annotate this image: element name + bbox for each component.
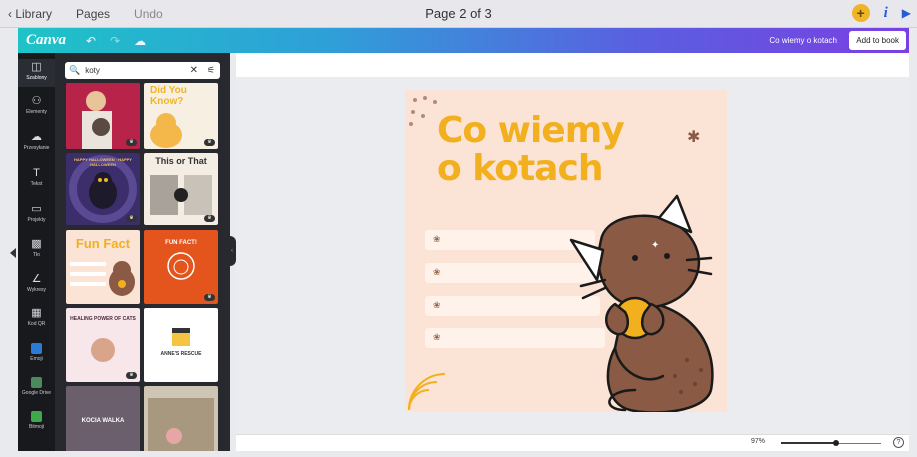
sidebar-item-qr[interactable]: ▦ Kod QR (18, 307, 55, 327)
cloud-save-icon[interactable]: ☁ (134, 34, 146, 48)
zoom-slider-handle[interactable] (833, 440, 840, 446)
template-thumb[interactable]: HAPPY HALLOWEEN · HAPPY HALLOWEEN ♛ (66, 153, 140, 225)
cat-illustration (91, 338, 115, 362)
template-search[interactable]: 🔍 koty ✕ ⚟ (65, 62, 220, 79)
sidebar-item-emoji[interactable]: Emoji (18, 343, 55, 362)
cat-photo (148, 398, 214, 451)
template-thumb[interactable]: ANNE'S RESCUE (144, 308, 218, 382)
template-thumb[interactable]: FUN FACT! ♛ (144, 230, 218, 304)
zoom-bar: 97% ? (236, 434, 909, 451)
premium-badge-icon: ♛ (126, 139, 137, 146)
sidebar-item-label: Przesyłanie (23, 145, 50, 151)
redo-icon[interactable]: ↷ (110, 34, 120, 48)
template-thumb[interactable]: ♛ (66, 83, 140, 149)
zoom-slider-fill (781, 442, 837, 444)
chart-icon: ∠ (31, 273, 42, 285)
workspace-toolbar (236, 53, 909, 77)
zoom-value[interactable]: 97% (751, 438, 765, 445)
template-thumb[interactable]: Did You Know? ♛ (144, 83, 218, 149)
premium-badge-icon: ♛ (204, 294, 215, 301)
sidebar-item-text[interactable]: T Tekst (18, 167, 55, 187)
canva-logo[interactable]: Canva (26, 32, 66, 49)
sidebar-item-label: Kod QR (27, 321, 46, 327)
host-nav: ‹ Library Pages Undo (0, 7, 163, 21)
premium-badge-icon: ♛ (126, 372, 137, 379)
sidebar-item-label: Elementy (26, 109, 47, 115)
sidebar-item-bitmoji[interactable]: Bitmoji (18, 411, 55, 430)
template-thumb[interactable]: Fun Fact (66, 230, 140, 304)
canva-header: Canva ↶ ↷ ☁ Co wiemy o kotach Add to boo… (18, 28, 909, 53)
undo-icon[interactable]: ↶ (86, 34, 96, 48)
premium-badge-icon: ♛ (126, 215, 137, 222)
cat-badge-icon (167, 252, 195, 280)
template-thumb[interactable]: HEALING POWER OF CATS ♛ (66, 308, 140, 382)
filter-icon[interactable]: ⚟ (207, 65, 215, 76)
folder-icon: ▭ (31, 203, 42, 215)
search-input[interactable]: koty (85, 66, 100, 75)
sidebar-item-templates[interactable]: ◫ Szablony (18, 59, 55, 87)
play-icon[interactable]: ▶ (902, 6, 911, 20)
collapse-panel-handle[interactable]: ‹ (228, 236, 236, 266)
text-icon: T (33, 167, 40, 179)
sidebar-item-label: Tekst (30, 181, 43, 187)
design-page[interactable]: ✱ Co wiemy o kotach ❀ ❀ ❀ ❀ ✦ (405, 90, 727, 412)
google-drive-icon (31, 377, 42, 388)
template-icon: ◫ (31, 61, 42, 73)
sidebar-item-projects[interactable]: ▭ Projekty (18, 203, 55, 223)
help-icon[interactable]: ? (893, 437, 904, 448)
template-title: KOCIA WALKA (81, 418, 125, 424)
template-thumb[interactable] (144, 386, 218, 451)
host-actions: + i ▶ (851, 4, 911, 22)
sidebar-item-label: Bitmoji (28, 424, 44, 430)
sidebar-item-background[interactable]: ▩ Tło (18, 238, 55, 258)
elements-icon: ⚇ (31, 95, 42, 107)
document-title[interactable]: Co wiemy o kotach (769, 36, 837, 45)
premium-badge-icon: ♛ (204, 139, 215, 146)
template-title: ANNE'S RESCUE (160, 351, 202, 357)
premium-badge-icon: ♛ (204, 215, 215, 222)
sidebar-item-label: Google Drive (21, 390, 52, 396)
info-icon[interactable]: i (884, 5, 888, 22)
add-to-book-button[interactable]: Add to book (849, 31, 906, 50)
sidebar-item-label: Projekty (27, 217, 46, 223)
template-title: HAPPY HALLOWEEN · HAPPY HALLOWEEN (74, 157, 132, 167)
box-logo-icon (172, 328, 190, 346)
tool-sidebar: ◫ Szablony ⚇ Elementy ☁ Przesyłanie T Te… (18, 53, 55, 451)
sidebar-item-label: Tło (33, 252, 40, 258)
sidebar-item-label: Szablony (26, 75, 47, 81)
library-back-link[interactable]: ‹ Library (8, 7, 52, 21)
emoji-app-icon (31, 343, 42, 354)
clear-search-icon[interactable]: ✕ (190, 65, 198, 76)
app-window: ‹ Library Pages Undo Page 2 of 3 + i ▶ C… (0, 0, 917, 457)
sidebar-item-charts[interactable]: ∠ Wykresy (18, 273, 55, 293)
qr-icon: ▦ (31, 307, 42, 319)
cat-illustration (70, 261, 135, 296)
collapse-left-icon[interactable] (10, 248, 16, 258)
cat-holding-ball-illustration: ✦ (569, 194, 714, 412)
template-thumb[interactable]: This or That ♛ (144, 153, 218, 225)
upload-icon: ☁ (31, 131, 42, 143)
sidebar-item-label: Wykresy (26, 287, 47, 293)
undo-button[interactable]: Undo (134, 7, 163, 21)
sidebar-item-label: Emoji (30, 356, 43, 362)
svg-text:✦: ✦ (651, 240, 659, 251)
background-icon: ▩ (31, 238, 42, 250)
design-workspace: ✱ Co wiemy o kotach ❀ ❀ ❀ ❀ ✦ (236, 53, 909, 434)
bitmoji-icon (31, 411, 42, 422)
sidebar-item-google-drive[interactable]: Google Drive (18, 377, 55, 396)
pages-button[interactable]: Pages (76, 7, 110, 21)
sidebar-item-elements[interactable]: ⚇ Elementy (18, 95, 55, 115)
add-page-button[interactable]: + (851, 4, 870, 22)
search-icon: 🔍 (69, 65, 81, 75)
host-toolbar: ‹ Library Pages Undo Page 2 of 3 + i ▶ (0, 0, 917, 28)
template-thumb[interactable]: KOCIA WALKA (66, 386, 140, 451)
templates-panel: 🔍 koty ✕ ⚟ ♛ Did You Know? ♛ HAPPY HALLO… (55, 53, 230, 451)
sidebar-item-upload[interactable]: ☁ Przesyłanie (18, 131, 55, 151)
